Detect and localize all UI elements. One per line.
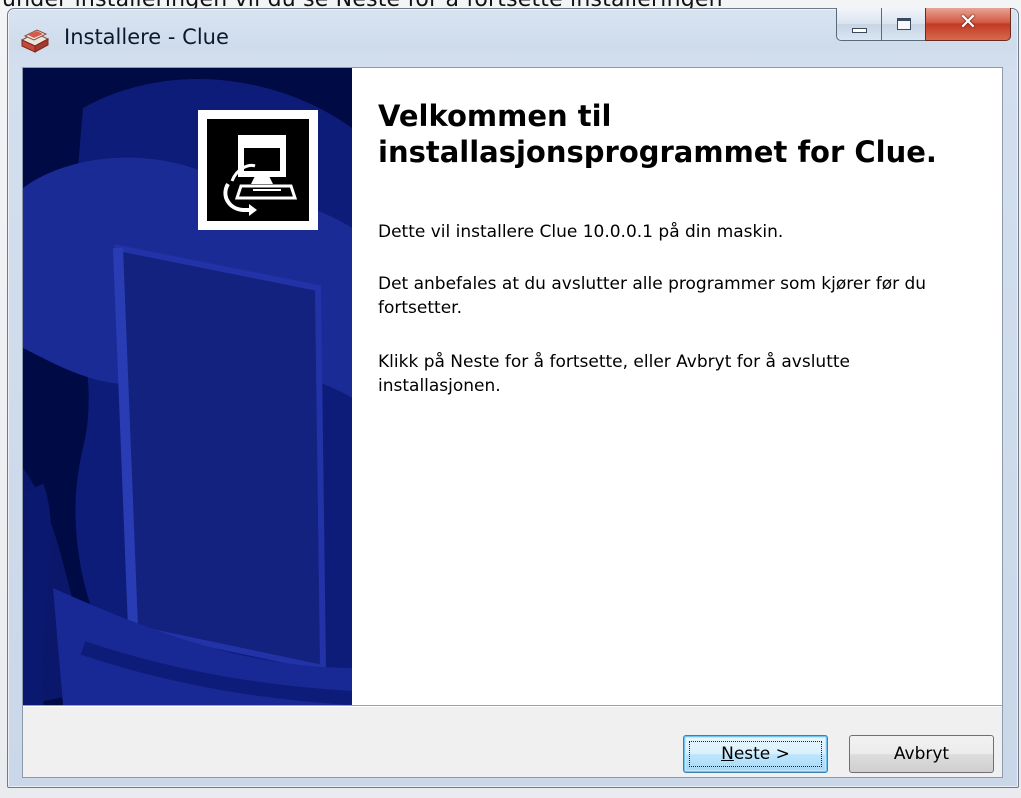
close-icon: ✕ <box>958 10 978 35</box>
maximize-icon <box>897 18 911 30</box>
cancel-button[interactable]: Avbryt <box>849 735 994 773</box>
wizard-client-area: Velkommen til installasjonsprogrammet fo… <box>22 67 1003 778</box>
welcome-title: Velkommen til installasjonsprogrammet fo… <box>378 99 937 169</box>
minimize-button[interactable] <box>836 8 881 41</box>
title-bar[interactable]: Installere - Clue ✕ <box>8 8 1018 67</box>
wizard-side-graphic <box>23 68 352 705</box>
maximize-button[interactable] <box>881 8 925 41</box>
close-button[interactable]: ✕ <box>925 8 1011 41</box>
window-title: Installere - Clue <box>64 25 229 49</box>
welcome-paragraph: Dette vil installere Clue 10.0.0.1 på di… <box>378 222 784 242</box>
next-button[interactable]: Neste > <box>683 735 828 773</box>
welcome-page: Velkommen til installasjonsprogrammet fo… <box>352 68 1002 705</box>
focus-rectangle <box>689 741 822 767</box>
wizard-side-image <box>23 68 352 705</box>
installer-box-icon <box>20 29 50 53</box>
caption-buttons: ✕ <box>836 8 1011 42</box>
welcome-paragraph: Det anbefales at du avslutter alle progr… <box>378 274 927 318</box>
bottom-separator <box>23 705 1002 707</box>
minimize-icon <box>852 28 867 33</box>
installer-window: Installere - Clue ✕ Velkommen til instal… <box>7 8 1019 788</box>
welcome-paragraph: Klikk på Neste for å fortsette, eller Av… <box>378 352 850 396</box>
